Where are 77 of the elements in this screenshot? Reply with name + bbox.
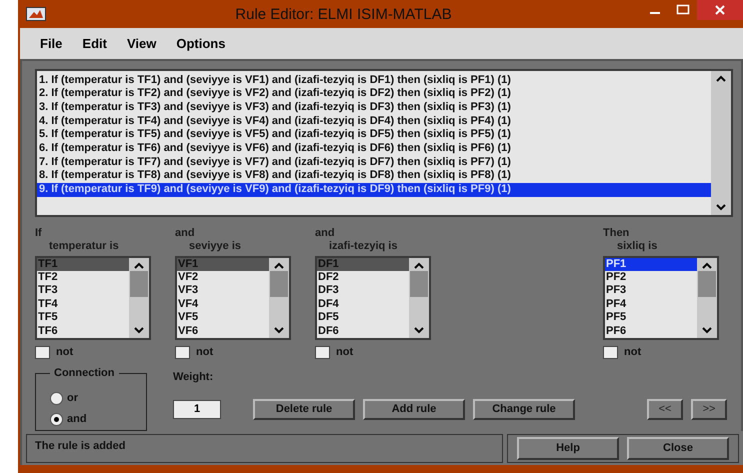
term-item[interactable]: VF3	[177, 284, 269, 298]
term-item[interactable]: DF5	[317, 311, 409, 325]
app-icon	[26, 7, 46, 22]
connector-label: If	[35, 226, 43, 240]
not-checkbox[interactable]	[603, 346, 618, 359]
variable-label: izafi-tezyiq is	[328, 240, 398, 254]
scroll-thumb[interactable]	[130, 270, 148, 297]
status-text: The rule is added	[35, 440, 126, 452]
term-item[interactable]: TF2	[37, 271, 129, 284]
rule-button[interactable]: Delete rule	[253, 398, 355, 420]
term-item[interactable]: TF5	[37, 311, 129, 325]
term-item[interactable]: VF5	[177, 311, 269, 325]
not-label: not	[624, 346, 642, 358]
menu-item[interactable]: Options	[166, 36, 236, 52]
not-checkbox[interactable]	[35, 346, 50, 359]
menu-item[interactable]: File	[30, 36, 72, 52]
connector-label: and	[175, 226, 196, 240]
term-item[interactable]: DF4	[317, 298, 409, 312]
dialog-button[interactable]: Help	[517, 436, 619, 460]
scroll-thumb[interactable]	[410, 270, 428, 297]
not-label: not	[196, 346, 214, 358]
term-item[interactable]: TF3	[37, 284, 129, 298]
rule-item[interactable]: 3. If (temperatur is TF3) and (seviyye is VF3) and (izafi-tezyiq is DF3) then (sixliq is PF3) (1)	[37, 101, 711, 115]
rule-button[interactable]: Change rule	[473, 398, 575, 420]
term-item[interactable]: PF1	[605, 258, 697, 272]
not-label: not	[336, 346, 354, 358]
radio-label: and	[67, 413, 87, 426]
rule-item[interactable]: 1. If (temperatur is TF1) and (seviyye is VF1) and (izafi-tezyiq is DF1) then (sixliq is PF1) (1)	[37, 74, 711, 88]
nav-button[interactable]: >>	[691, 398, 727, 420]
term-item[interactable]: TF4	[37, 298, 129, 312]
rule-item[interactable]: 2. If (temperatur is TF2) and (seviyye is VF2) and (izafi-tezyiq is DF2) then (sixliq is PF2) (1)	[37, 87, 711, 102]
term-item[interactable]: VF6	[177, 324, 269, 338]
close-icon[interactable]	[697, 0, 743, 20]
rule-button[interactable]: Add rule	[363, 398, 465, 420]
weight-label: Weight:	[173, 370, 214, 385]
radio-button[interactable]	[50, 392, 63, 405]
term-item[interactable]: PF3	[605, 284, 697, 298]
menu-item[interactable]: Edit	[72, 36, 117, 52]
variable-label: sixliq is	[616, 240, 658, 254]
term-item[interactable]: VF4	[177, 298, 269, 312]
radio-label: or	[67, 392, 78, 404]
rule-item[interactable]: 8. If (temperatur is TF8) and (seviyye is VF8) and (izafi-tezyiq is DF8) then (sixliq is PF8) (1)	[37, 169, 711, 184]
window-title: Rule Editor: ELMI ISIM-MATLAB	[234, 6, 453, 23]
rule-item[interactable]: 5. If (temperatur is TF5) and (seviyye is VF5) and (izafi-tezyiq is DF5) then (sixliq is PF5) (1)	[37, 128, 711, 142]
term-item[interactable]: TF6	[37, 324, 129, 338]
rule-item[interactable]: 4. If (temperatur is TF4) and (seviyye is VF4) and (izafi-tezyiq is DF4) then (sixliq is PF4) (1)	[37, 114, 711, 128]
term-item[interactable]: PF2	[605, 271, 697, 284]
term-item[interactable]: VF2	[177, 271, 269, 284]
not-checkbox[interactable]	[175, 346, 190, 359]
term-item[interactable]: PF4	[605, 298, 697, 312]
scroll-thumb[interactable]	[270, 270, 288, 297]
scroll-thumb[interactable]	[698, 270, 716, 297]
scrollbar[interactable]	[269, 258, 289, 338]
rule-item[interactable]: 9. If (temperatur is TF9) and (seviyye is VF9) and (izafi-tezyiq is DF9) then (sixliq is PF9) (1)	[37, 183, 711, 197]
scrollbar[interactable]	[409, 258, 429, 338]
weight-field[interactable]: 1	[173, 400, 221, 419]
dialog-button[interactable]: Close	[627, 436, 729, 460]
menu-item[interactable]: View	[116, 36, 166, 52]
connector-label: Then	[603, 226, 630, 240]
term-item[interactable]: DF2	[317, 271, 409, 284]
scrollbar[interactable]	[711, 70, 731, 215]
scrollbar[interactable]	[697, 258, 717, 338]
not-label: not	[56, 346, 74, 358]
scrollbar[interactable]	[129, 258, 149, 338]
variable-label: seviyye is	[188, 240, 242, 254]
term-item[interactable]: PF6	[605, 324, 697, 338]
term-item[interactable]: DF3	[317, 284, 409, 298]
term-item[interactable]: PF5	[605, 311, 697, 325]
not-checkbox[interactable]	[315, 346, 330, 359]
variable-label: temperatur is	[48, 240, 120, 254]
rule-item[interactable]: 6. If (temperatur is TF6) and (seviyye is VF6) and (izafi-tezyiq is DF6) then (sixliq is PF6) (1)	[37, 142, 711, 156]
group-title: Connection	[50, 366, 118, 379]
radio-button[interactable]	[50, 412, 63, 426]
nav-button[interactable]: <<	[647, 398, 683, 420]
term-item[interactable]: DF6	[317, 324, 409, 338]
rule-item[interactable]: 7. If (temperatur is TF7) and (seviyye is VF7) and (izafi-tezyiq is DF7) then (sixliq is PF7) (1)	[37, 156, 711, 170]
connector-label: and	[315, 226, 336, 240]
